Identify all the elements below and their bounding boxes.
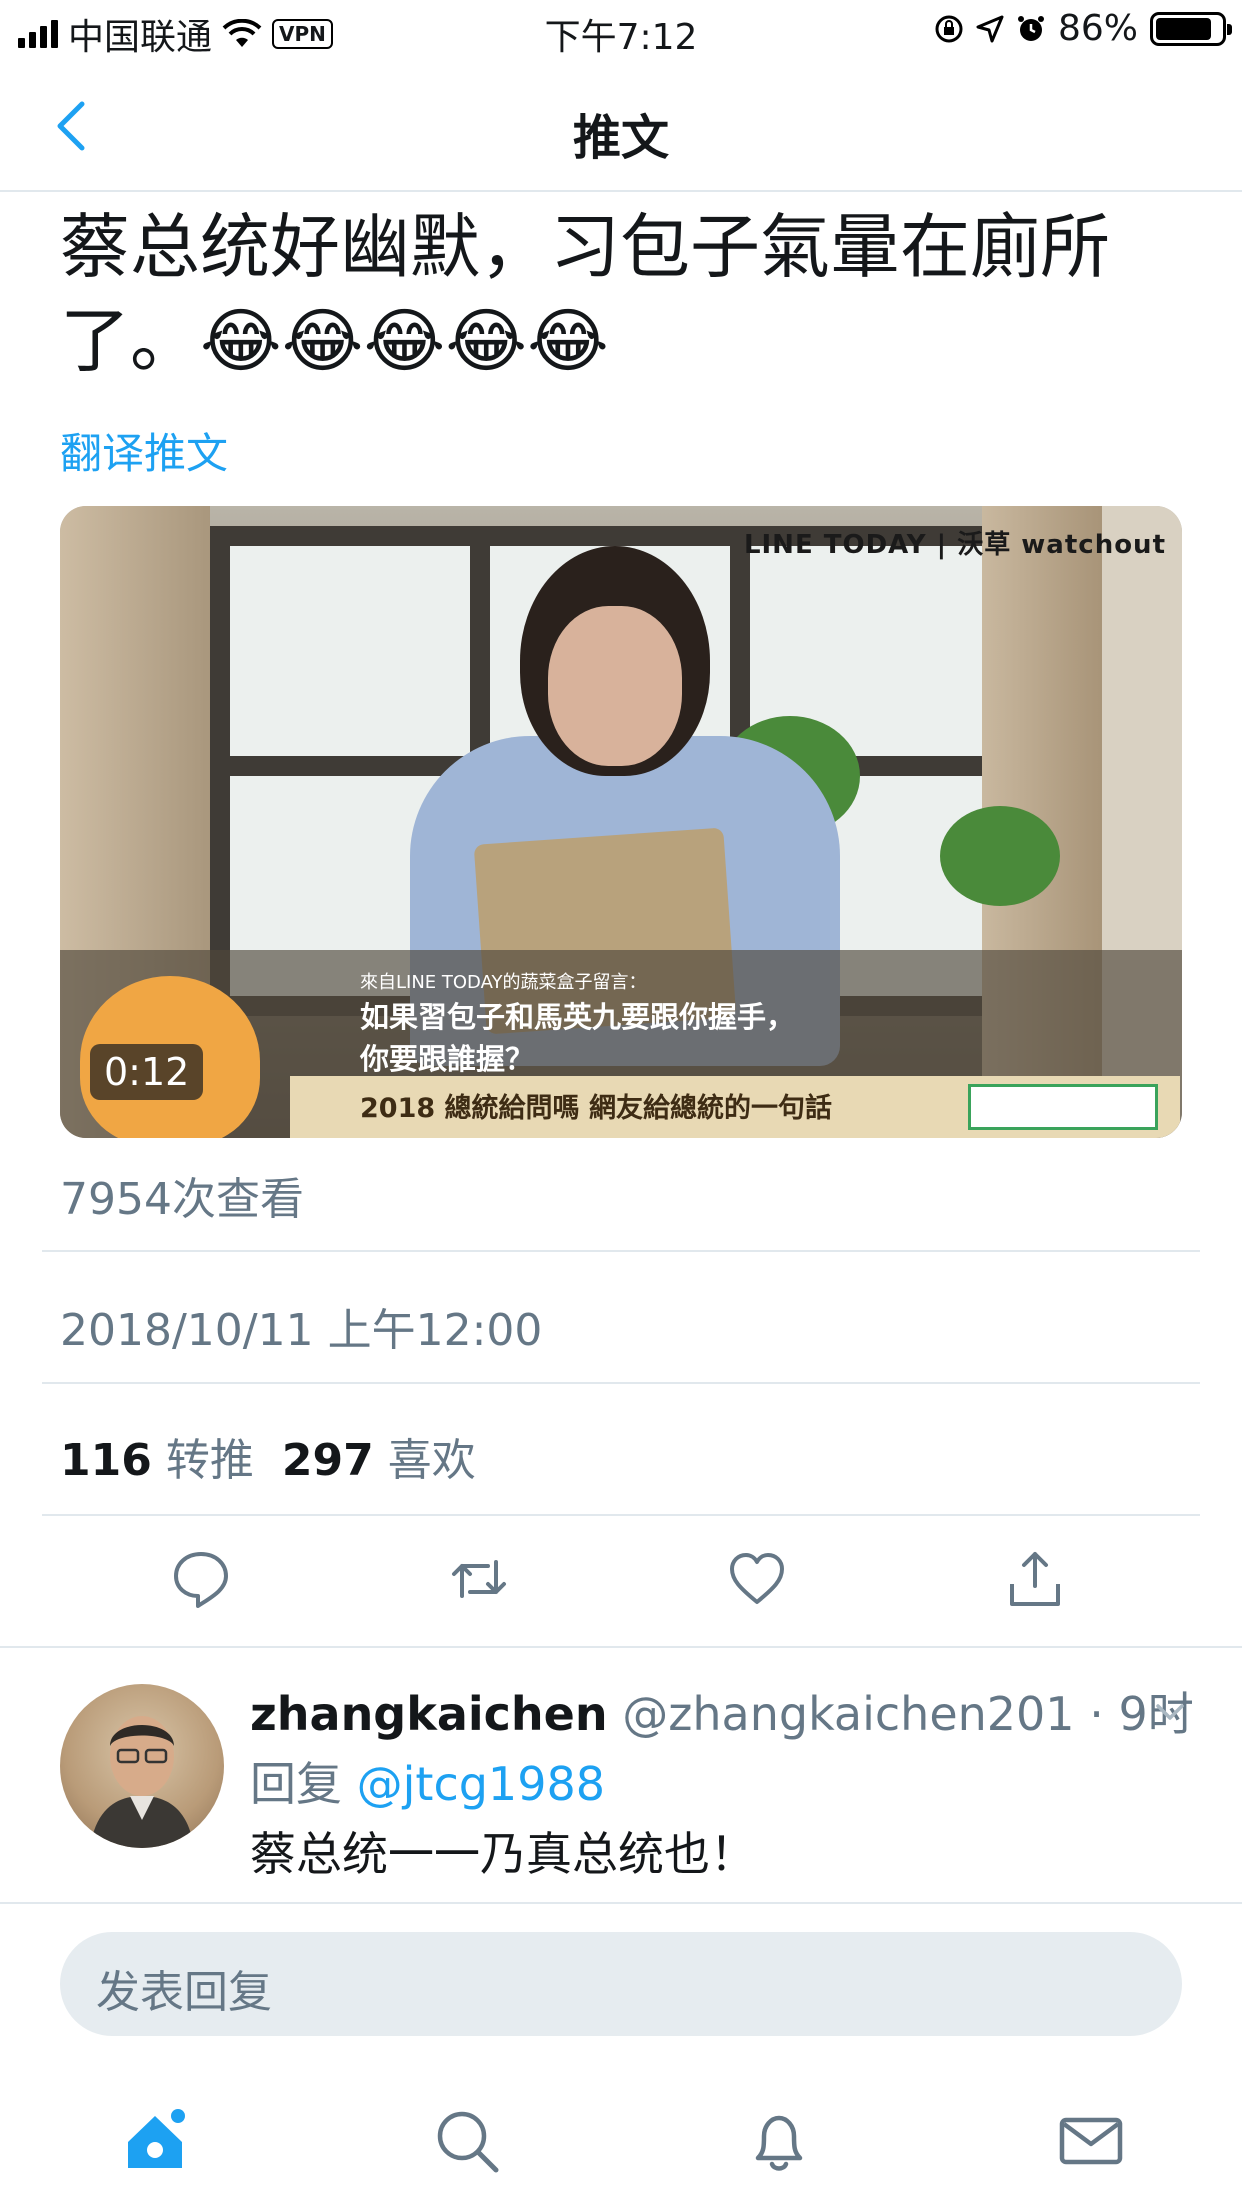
replying-to-handle[interactable]: @jtcg1988 [357,1757,605,1811]
messages-icon[interactable] [1056,2106,1126,2176]
retweet-label[interactable]: 转推 [166,1424,254,1488]
reply-author-name[interactable]: zhangkaichen [250,1687,608,1741]
page-title: 推文 [572,110,669,166]
like-icon[interactable] [726,1548,788,1610]
divider [0,1902,1242,1904]
chevron-down-icon[interactable] [1150,1692,1190,1732]
divider [42,1250,1200,1252]
tweet-text-line-1: 蔡总统好幽默，习包子氣暈在廁所 [60,206,1110,288]
view-count: 7954次查看 [60,1174,304,1225]
reply-icon[interactable] [170,1548,232,1610]
compose-reply-input[interactable]: 发表回复 [60,1932,1182,2036]
video-caption-small: 來自LINE TODAY的蔬菜盒子留言： [360,972,647,993]
tweet-actions [0,1548,1242,1614]
replying-to-label: 回复 [250,1757,342,1811]
avatar[interactable] [60,1684,224,1848]
share-icon[interactable] [1004,1548,1066,1610]
nav-bar: 推文 [0,62,1242,192]
reply-author[interactable]: zhangkaichen @zhangkaichen201 · 9时 [250,1678,1194,1744]
tweet-timestamp: 2018/10/11 上午12:00 [60,1305,543,1356]
divider [0,1646,1242,1648]
video-logo: LINE TODAY | 沃草 watchout [743,530,1166,560]
status-bar: 中国联通 VPN 下午7:12 86% [0,0,1242,62]
video-player[interactable]: LINE TODAY | 沃草 watchout 來自LINE TODAY的蔬菜… [60,506,1182,1138]
translate-tweet-link[interactable]: 翻译推文 [60,420,228,481]
battery-icon [1150,11,1232,46]
retweet-icon[interactable] [448,1548,510,1610]
reply-author-handle: @zhangkaichen201 · 9时 [622,1687,1194,1741]
video-caption-line-1: 如果習包子和馬英九要跟你握手， [360,1000,796,1034]
divider [42,1382,1200,1384]
reply-text: 蔡总统一一乃真总统也！ [250,1827,756,1881]
alarm-icon [1017,15,1044,41]
search-icon[interactable] [432,2106,502,2176]
tweet-text: 蔡总统好幽默，习包子氣暈在廁所 了。😂😂😂😂😂 [60,200,1200,388]
battery-percent: 86% [1057,8,1138,49]
home-icon[interactable] [120,2106,190,2176]
video-duration: 0:12 [90,1044,204,1100]
avatar-portrait [90,1716,194,1848]
video-person-face [548,606,682,766]
replying-to: 回复 @jtcg1988 [250,1748,605,1814]
location-icon [976,15,1004,42]
like-label[interactable]: 喜欢 [388,1424,476,1488]
notifications-icon[interactable] [744,2106,814,2176]
tab-bar [0,2100,1242,2208]
status-right: 86% [934,8,1232,49]
rotation-lock-icon [935,15,963,42]
divider [42,1514,1200,1516]
video-caption-line-2: 你要跟誰握？ [360,1042,535,1076]
video-flag-badge [968,1084,1158,1130]
video-caption-footer: 2018 總統給問嗎 網友給總統的一句話 [360,1093,832,1124]
video-caption-main: 如果習包子和馬英九要跟你握手， 你要跟誰握？ [360,996,795,1080]
like-count[interactable]: 297 [282,1435,374,1486]
retweet-count[interactable]: 116 [60,1435,152,1486]
tweet-text-line-2: 了。😂😂😂😂😂 [60,300,609,382]
video-plant [940,806,1060,906]
tweet-stats: 116 转推 297 喜欢 [60,1424,476,1488]
